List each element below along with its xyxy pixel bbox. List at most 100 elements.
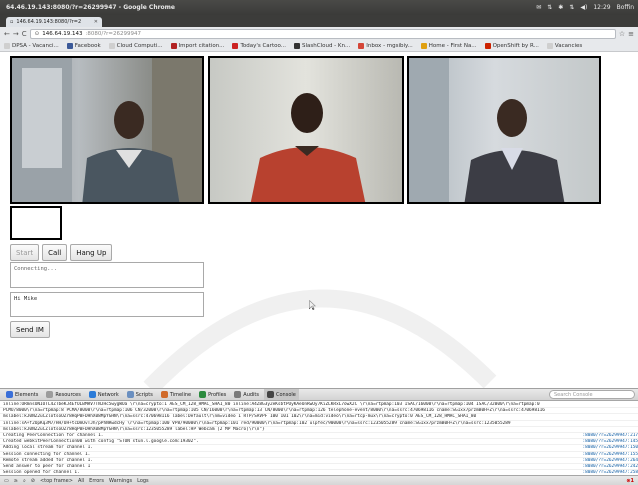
close-tab-icon[interactable]: ✕ (94, 19, 98, 25)
bookmark-item[interactable]: DPSA - Vacanci... (4, 42, 59, 49)
video-frame-person-1 (12, 58, 202, 202)
bookmark-item[interactable]: Facebook (66, 42, 101, 49)
bookmark-label: Today's Cartoo... (240, 42, 286, 49)
hang-up-button[interactable]: Hang Up (70, 244, 113, 261)
volume-icon[interactable]: ◀) (580, 4, 587, 11)
console-source-link[interactable]: :8080/?r=26299947:258 (579, 470, 638, 474)
system-tray: ✉ ⇅ ✱ ⇅ ◀) 12:29 Boffin (536, 4, 634, 11)
network-icon (88, 391, 96, 398)
scripts-icon (126, 391, 134, 398)
devtools-tab-elements[interactable]: Elements (3, 389, 41, 400)
devtools-tab-profiles[interactable]: Profiles (196, 389, 229, 400)
bookmark-favicon-icon (232, 42, 239, 49)
bookmark-label: Inbox - mgsibiy... (366, 42, 413, 49)
video-frame-person-3 (409, 58, 565, 202)
bookmark-item[interactable]: Inbox - mgsibiy... (358, 42, 413, 49)
network-icon[interactable]: ⇅ (569, 4, 574, 11)
local-video-preview (10, 206, 62, 240)
bookmark-item[interactable]: Today's Cartoo... (232, 42, 286, 49)
devtools-tab-label: Resources (55, 391, 81, 398)
devtools-tab-scripts[interactable]: Scripts (124, 389, 156, 400)
clock[interactable]: 12:29 (593, 4, 610, 11)
devtools-tab-audits[interactable]: Audits (231, 389, 262, 400)
clear-console-icon[interactable]: ⊘ (31, 478, 35, 484)
bookmark-label: Vacancies (554, 42, 583, 49)
bookmark-favicon-icon (4, 42, 10, 49)
bookmark-label: Facebook (74, 42, 101, 49)
resources-icon (46, 391, 54, 398)
profiles-icon (199, 391, 207, 398)
devtools-tab-timeline[interactable]: Timeline (158, 389, 194, 400)
bluetooth-icon[interactable]: ✱ (558, 4, 563, 11)
bookmark-label: Import citation... (178, 42, 225, 49)
audits-icon (234, 391, 242, 398)
bookmark-item[interactable]: SlashCloud - Kn... (293, 42, 350, 49)
error-count-badge[interactable]: ⊗1 (626, 478, 634, 484)
reload-icon[interactable]: C (22, 30, 27, 38)
console-output: inline:ORmnsONIOTL4ZTbeKJ4EfOLBMRV7TNJHc… (0, 402, 638, 474)
bookmark-label: DPSA - Vacanci... (12, 42, 59, 49)
bookmark-item[interactable]: OpenShift by R... (484, 42, 539, 49)
url-path: :8080/?r=26299947 (85, 30, 142, 37)
bookmark-favicon-icon (358, 42, 365, 49)
devtools-tab-label: Network (97, 391, 119, 398)
filter-logs[interactable]: Logs (137, 478, 149, 484)
bookmark-item[interactable]: Home - First Na... (420, 42, 477, 49)
devtools-tab-label: Audits (243, 391, 259, 398)
call-button[interactable]: Call (42, 244, 68, 261)
filter-errors[interactable]: Errors (89, 478, 104, 484)
user-menu[interactable]: Boffin (617, 4, 634, 11)
devtools-tab-label: Profiles (208, 391, 227, 398)
bookmark-favicon-icon (484, 42, 491, 49)
page-icon: ▫ (10, 19, 14, 25)
bookmark-star-icon[interactable]: ☆ (619, 30, 625, 38)
console-message-text: mslabel:kJ0NZ2uCZlotsoOZr8HqP0FDHhX08MpY… (3, 426, 265, 432)
send-im-button[interactable]: Send IM (10, 321, 50, 338)
address-bar[interactable]: ⊙ 146.64.19.143:8080/?r=26299947 (29, 28, 616, 39)
console-message-text: inline:ORmnsONIOTL4ZTbeKJ4EfOLBMRV7TNJHc… (3, 402, 540, 407)
devtools-tab-console[interactable]: Console (264, 389, 299, 400)
search-icon[interactable]: ⌕ (23, 478, 26, 484)
bookmark-item[interactable]: Import citation... (170, 42, 225, 49)
page-info-icon[interactable]: ⊙ (35, 31, 40, 37)
console-message-text: Session opened for channel 1. (3, 470, 80, 474)
transfer-icon[interactable]: ⇅ (547, 4, 552, 11)
mouse-pointer-icon (309, 300, 316, 310)
console-message-text: Send answer to peer for channel 1 (3, 463, 91, 469)
console-message-text: Remote stream added for channel 1. (3, 457, 93, 463)
status-textarea[interactable] (10, 262, 204, 288)
browser-tab[interactable]: ▫ 146.64.19.143:8080/?r=2 ✕ (6, 17, 102, 27)
tab-strip: ▫ 146.64.19.143:8080/?r=2 ✕ (0, 15, 638, 27)
start-button[interactable]: Start (10, 244, 40, 261)
console-message: Session opened for channel 1. :8080/?r=26… (0, 470, 638, 474)
forward-icon[interactable]: → (13, 30, 19, 38)
bookmark-label: OpenShift by R... (492, 42, 539, 49)
bookmark-favicon-icon (108, 42, 115, 49)
page-content: Start Call Hang Up Send IM (0, 52, 638, 388)
filter-warnings[interactable]: Warnings (109, 478, 132, 484)
elements-icon (6, 391, 13, 398)
message-input[interactable] (10, 292, 204, 317)
mail-icon[interactable]: ✉ (536, 4, 541, 11)
menu-icon[interactable]: ≡ (628, 30, 634, 38)
console-toggle-icon[interactable]: ≥ (14, 478, 18, 484)
filter-all[interactable]: All (78, 478, 84, 484)
bookmark-item[interactable]: Cloud Computi... (108, 42, 163, 49)
dock-icon[interactable]: ▭ (4, 478, 9, 484)
bookmark-favicon-icon (420, 42, 427, 49)
console-message-text: Adding local stream for channel 1. (3, 445, 93, 451)
bookmark-item[interactable]: Vacancies (546, 42, 583, 49)
bookmark-favicon-icon (293, 42, 300, 49)
devtools-tab-label: Timeline (169, 391, 192, 398)
console-search-input[interactable]: Search Console (549, 390, 635, 399)
window-titlebar: 64.46.19.143:8080/?r=26299947 - Google C… (0, 0, 638, 15)
bookmark-favicon-icon (170, 42, 177, 49)
bookmark-label: Cloud Computi... (116, 42, 163, 49)
devtools-tab-network[interactable]: Network (86, 389, 122, 400)
bookmarks-bar: DPSA - Vacanci... Facebook Cloud Computi..… (0, 40, 638, 52)
back-icon[interactable]: ← (4, 30, 10, 38)
video-frame-person-2 (250, 93, 366, 202)
frame-selector[interactable]: <top frame> (40, 478, 73, 484)
devtools-tab-resources[interactable]: Resources (43, 389, 84, 400)
bookmark-label: Home - First Na... (428, 42, 477, 49)
